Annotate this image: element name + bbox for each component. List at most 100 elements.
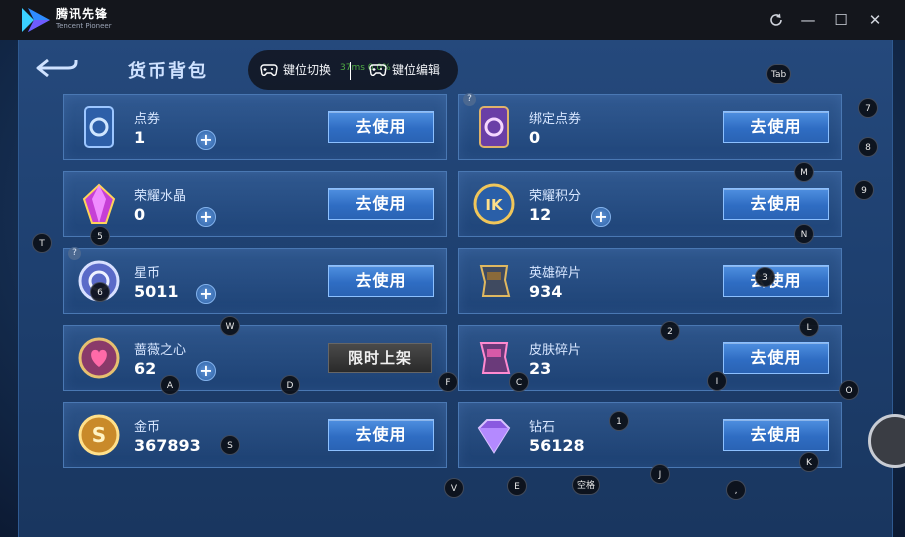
keymap-hint[interactable]: M xyxy=(794,162,814,182)
use-button[interactable]: 去使用 xyxy=(328,188,434,220)
use-button[interactable]: 去使用 xyxy=(328,265,434,297)
bound-coupon-icon xyxy=(479,106,509,148)
keymap-hint[interactable]: V xyxy=(444,478,464,498)
app-name: 腾讯先锋 xyxy=(56,7,109,21)
app-logo-icon xyxy=(22,8,50,32)
svg-text:IK: IK xyxy=(485,196,504,214)
add-button[interactable]: + xyxy=(591,207,611,227)
keymap-hint[interactable]: 空格 xyxy=(572,475,601,495)
refresh-icon xyxy=(770,13,782,26)
title-bar: 腾讯先锋 Tencent Pioneer — ☐ ✕ xyxy=(0,0,905,40)
currency-card-crystal: 荣耀水晶 0 + 去使用 xyxy=(63,171,447,237)
use-button[interactable]: 去使用 xyxy=(723,188,829,220)
keymap-hint[interactable]: 5 xyxy=(90,226,110,246)
keymap-hint[interactable]: E xyxy=(507,476,527,496)
currency-card-gold: S 金币 367893 去使用 xyxy=(63,402,447,468)
add-button[interactable]: + xyxy=(196,361,216,381)
hero-shard-icon xyxy=(479,265,511,297)
honor-points-icon: IK xyxy=(473,183,515,225)
keymap-toolbar: 键位切换 37ms 0.0% 键位编辑 xyxy=(248,50,458,90)
currency-name: 星币 xyxy=(134,266,161,281)
refresh-button[interactable] xyxy=(766,10,786,30)
currency-card-dianquan: 点券 1 + 去使用 xyxy=(63,94,447,160)
currency-card-honor-points: IK 荣耀积分 12 + 去使用 xyxy=(458,171,842,237)
limited-time-badge: 限时上架 xyxy=(328,343,432,373)
keymap-hint[interactable]: A xyxy=(160,375,180,395)
keymap-hint[interactable]: O xyxy=(839,380,859,400)
gamepad-icon xyxy=(260,63,278,76)
key-edit-label: 键位编辑 xyxy=(392,63,441,77)
add-button[interactable]: + xyxy=(196,207,216,227)
currency-value: 12 xyxy=(529,205,552,224)
key-edit-button[interactable]: 键位编辑 xyxy=(369,61,440,78)
keymap-hint[interactable]: L xyxy=(799,317,819,337)
currency-name: 荣耀水晶 xyxy=(134,189,187,204)
currency-name: 绑定点券 xyxy=(529,112,582,127)
svg-text:S: S xyxy=(92,423,106,447)
currency-card-diamond: 钻石 56128 去使用 xyxy=(458,402,842,468)
currency-value: 5011 xyxy=(134,282,179,301)
currency-value: 934 xyxy=(529,282,563,301)
back-arrow-icon[interactable] xyxy=(34,56,80,80)
keymap-hint[interactable]: D xyxy=(280,375,300,395)
maximize-button[interactable]: ☐ xyxy=(831,10,851,30)
use-button[interactable]: 去使用 xyxy=(328,419,434,451)
currency-card-star-coin: ? 星币 5011 + 去使用 xyxy=(63,247,447,314)
keymap-hint[interactable]: S xyxy=(220,435,240,455)
currency-card-hero-shard: 英雄碎片 934 去使用 xyxy=(458,248,842,314)
keymap-hint[interactable]: N xyxy=(794,224,814,244)
keymap-hint[interactable]: I xyxy=(707,371,727,391)
key-switch-label: 键位切换 xyxy=(283,63,332,77)
use-button[interactable]: 去使用 xyxy=(723,342,829,374)
skin-shard-icon xyxy=(479,342,511,374)
page-title: 货币背包 xyxy=(128,61,208,82)
use-button[interactable]: 去使用 xyxy=(723,265,829,297)
keymap-hint[interactable]: C xyxy=(509,372,529,392)
use-button[interactable]: 去使用 xyxy=(723,111,829,143)
currency-name: 荣耀积分 xyxy=(529,189,582,204)
close-button[interactable]: ✕ xyxy=(865,10,885,30)
keymap-hint[interactable]: 2 xyxy=(660,321,680,341)
currency-value: 367893 xyxy=(134,436,201,455)
keymap-hint[interactable]: J xyxy=(650,464,670,484)
currency-value: 23 xyxy=(529,359,552,378)
currency-value: 56128 xyxy=(529,436,585,455)
currency-value: 0 xyxy=(134,205,146,224)
currency-name: 金币 xyxy=(134,420,161,435)
currency-card-bound-dianquan: ? 绑定点券 0 去使用 xyxy=(458,93,842,160)
keymap-hint[interactable]: K xyxy=(799,452,819,472)
keymap-hint[interactable]: , xyxy=(726,480,746,500)
gamepad-icon xyxy=(369,63,387,76)
app-brand: 腾讯先锋 Tencent Pioneer xyxy=(56,8,112,30)
keymap-hint[interactable]: 8 xyxy=(858,137,878,157)
use-button[interactable]: 去使用 xyxy=(328,111,434,143)
key-switch-button[interactable]: 键位切换 xyxy=(260,61,331,78)
keymap-hint[interactable]: 6 xyxy=(90,282,110,302)
keymap-hint[interactable]: T xyxy=(32,233,52,253)
currency-name: 钻石 xyxy=(529,420,556,435)
keymap-hint[interactable]: 1 xyxy=(609,411,629,431)
keymap-hint[interactable]: 9 xyxy=(854,180,874,200)
coupon-icon xyxy=(84,106,114,148)
keymap-hint[interactable]: 3 xyxy=(755,267,775,287)
currency-card-rose-heart: 蔷薇之心 62 + 限时上架 xyxy=(63,325,447,391)
currency-value: 62 xyxy=(134,359,157,378)
keymap-hint[interactable]: F xyxy=(438,372,458,392)
currency-name: 点券 xyxy=(134,112,161,127)
rose-heart-icon xyxy=(78,337,120,379)
currency-value: 1 xyxy=(134,128,146,147)
gold-coin-icon: S xyxy=(78,414,120,456)
minimize-button[interactable]: — xyxy=(798,10,818,30)
keymap-hint[interactable]: W xyxy=(220,316,240,336)
diamond-icon xyxy=(477,419,511,454)
currency-name: 皮肤碎片 xyxy=(529,343,582,358)
currency-name: 英雄碎片 xyxy=(529,266,582,281)
currency-name: 蔷薇之心 xyxy=(134,343,187,358)
add-button[interactable]: + xyxy=(196,130,216,150)
use-button[interactable]: 去使用 xyxy=(723,419,829,451)
keymap-hint[interactable]: Tab xyxy=(766,64,792,84)
currency-value: 0 xyxy=(529,128,541,147)
keymap-hint[interactable]: 7 xyxy=(858,98,878,118)
crystal-icon xyxy=(82,183,116,224)
add-button[interactable]: + xyxy=(196,284,216,304)
